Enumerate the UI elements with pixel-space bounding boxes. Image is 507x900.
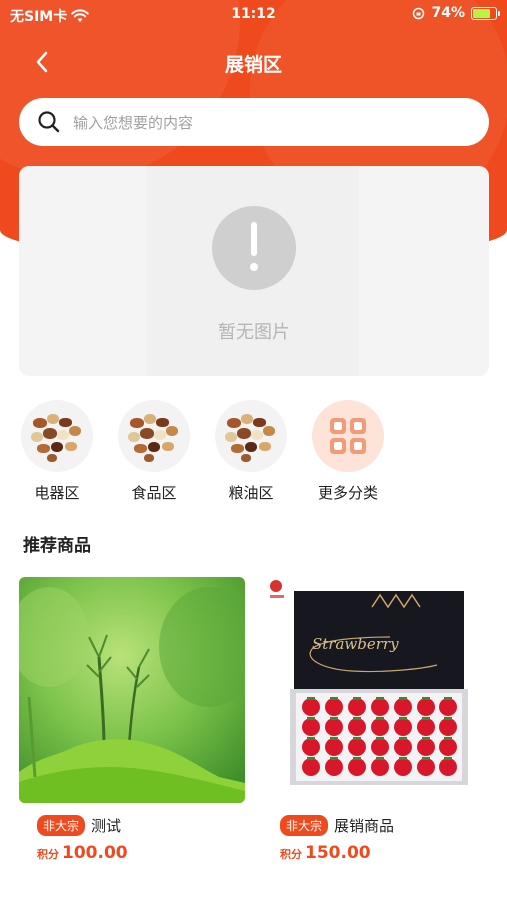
product-name: 测试 bbox=[91, 817, 122, 835]
category-label: 电器区 bbox=[34, 484, 80, 502]
battery-icon bbox=[471, 6, 500, 20]
recommend-section-title: 推荐商品 bbox=[23, 536, 91, 556]
mixed-nuts-image bbox=[21, 400, 93, 472]
green-moss-photo bbox=[19, 577, 245, 803]
product-tag: 非大宗 bbox=[37, 815, 86, 836]
price-value: 100.00 bbox=[62, 843, 128, 863]
search-icon bbox=[38, 111, 60, 133]
search-input[interactable]: 输入您想要的内容 bbox=[73, 112, 193, 133]
category-more[interactable]: 更多分类 bbox=[310, 400, 386, 503]
category-label: 更多分类 bbox=[317, 484, 378, 502]
search-bar[interactable]: 输入您想要的内容 bbox=[19, 98, 489, 146]
exclamation-icon bbox=[212, 206, 296, 290]
orientation-lock-icon bbox=[413, 7, 425, 19]
product-card[interactable]: Strawberry 非大宗 展销商品 积分 150.00 bbox=[262, 577, 488, 877]
price-unit: 积分 bbox=[37, 848, 59, 861]
price-value: 150.00 bbox=[305, 843, 371, 863]
category-grain-oil[interactable]: 粮油区 bbox=[213, 400, 289, 503]
battery-percent: 74% bbox=[431, 5, 465, 21]
mixed-nuts-image bbox=[118, 400, 190, 472]
category-food[interactable]: 食品区 bbox=[116, 400, 192, 503]
product-price: 积分 150.00 bbox=[280, 843, 371, 863]
strawberry-box-photo: Strawberry bbox=[262, 577, 488, 803]
category-label: 粮油区 bbox=[228, 484, 274, 502]
box-brand-text: Strawberry bbox=[312, 635, 399, 653]
category-row: 电器区 食品区 粮油区 更多分类 bbox=[19, 400, 489, 510]
navigation-bar: 展销区 bbox=[0, 40, 507, 84]
grid-icon bbox=[312, 400, 384, 472]
mixed-nuts-image bbox=[215, 400, 287, 472]
banner-empty-caption: 暂无图片 bbox=[218, 322, 290, 343]
page-title: 展销区 bbox=[224, 54, 282, 76]
product-card[interactable]: 非大宗 测试 积分 100.00 bbox=[19, 577, 245, 877]
product-price: 积分 100.00 bbox=[37, 843, 128, 863]
product-name: 展销商品 bbox=[334, 817, 395, 835]
price-unit: 积分 bbox=[280, 848, 302, 861]
category-electric[interactable]: 电器区 bbox=[19, 400, 95, 503]
product-tag: 非大宗 bbox=[280, 815, 329, 836]
status-bar: 无SIM卡 11:12 74% bbox=[0, 0, 507, 30]
banner-placeholder[interactable]: 暂无图片 bbox=[19, 166, 489, 376]
category-label: 食品区 bbox=[131, 484, 177, 502]
